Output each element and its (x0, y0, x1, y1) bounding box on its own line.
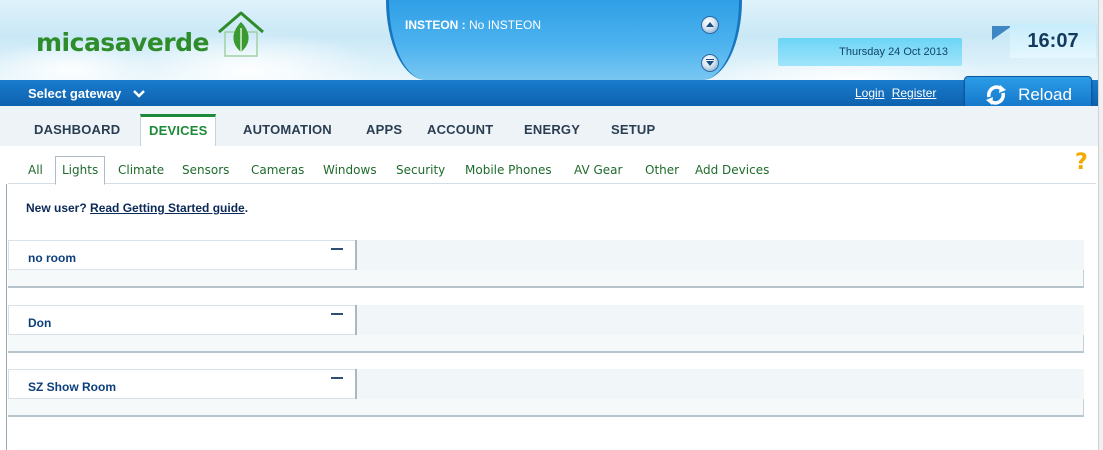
subtab-other[interactable]: Other (645, 163, 679, 177)
scroll-down-button[interactable] (701, 54, 719, 72)
subtab-all[interactable]: All (28, 163, 43, 177)
brand-logo[interactable]: micasaverde (36, 11, 267, 62)
subtab-mobile-phones[interactable]: Mobile Phones (465, 163, 552, 177)
date-display: Thursday 24 Oct 2013 (778, 38, 962, 66)
insteon-status-panel: INSTEON : No INSTEON (386, 0, 742, 80)
header-banner: micasaverde INSTEON : No INSTEON Thursda… (0, 0, 1103, 80)
getting-started-link[interactable]: Read Getting Started guide (90, 201, 245, 215)
select-gateway-dropdown[interactable]: Select gateway (28, 86, 146, 101)
arrow-down-icon (706, 59, 714, 66)
room-device-area (357, 369, 1084, 399)
tab-apps[interactable]: APPS (366, 122, 402, 137)
house-leaf-icon (215, 10, 267, 60)
clock-tab-decoration (992, 26, 1012, 40)
chevron-down-icon (133, 89, 146, 98)
brand-logo-text: micasaverde (36, 27, 210, 57)
insteon-value: No INSTEON (469, 18, 542, 32)
reload-label: Reload (1018, 85, 1072, 104)
tab-setup[interactable]: SETUP (611, 122, 655, 137)
register-link[interactable]: Register (892, 86, 937, 100)
getting-started-suffix: . (244, 201, 249, 215)
subtab-av-gear[interactable]: AV Gear (574, 163, 622, 177)
scroll-up-button[interactable] (701, 16, 719, 34)
room-header[interactable]: SZ Show Room (8, 369, 355, 399)
tab-dashboard[interactable]: DASHBOARD (34, 122, 120, 137)
room-name: no room (28, 251, 76, 265)
room-footer (8, 270, 1084, 288)
main-nav-tabs: DASHBOARD DEVICES AUTOMATION APPS ACCOUN… (0, 106, 1103, 146)
subtab-windows[interactable]: Windows (323, 163, 377, 177)
collapse-room-button[interactable] (327, 370, 347, 384)
room-header[interactable]: no room (8, 240, 355, 270)
tab-account[interactable]: ACCOUNT (427, 122, 493, 137)
help-icon[interactable]: ? (1075, 150, 1088, 175)
subtab-add-devices[interactable]: Add Devices (695, 163, 769, 177)
collapse-room-button[interactable] (327, 241, 347, 255)
room-section: SZ Show Room (8, 369, 1084, 417)
tab-automation[interactable]: AUTOMATION (243, 122, 332, 137)
new-user-prefix: New user? (26, 201, 87, 215)
insteon-status: INSTEON : No INSTEON (405, 18, 541, 32)
reload-icon (986, 85, 1007, 105)
device-category-tabs: All Lights Climate Sensors Cameras Windo… (8, 146, 1096, 185)
room-name: Don (28, 316, 52, 330)
room-name: SZ Show Room (28, 380, 116, 394)
room-section: Don (8, 305, 1084, 353)
subtab-cameras[interactable]: Cameras (251, 163, 304, 177)
insteon-label: INSTEON : (405, 18, 466, 32)
arrow-up-icon (706, 22, 714, 27)
content-border (6, 184, 7, 450)
getting-started-notice: New user? Read Getting Started guide. (26, 201, 248, 215)
select-gateway-label: Select gateway (28, 86, 122, 101)
room-device-area (357, 240, 1084, 270)
subtab-climate[interactable]: Climate (118, 163, 164, 177)
room-device-area (357, 305, 1084, 335)
auth-links: Login Register (855, 86, 940, 100)
tab-energy[interactable]: ENERGY (524, 122, 580, 137)
room-header[interactable]: Don (8, 305, 355, 335)
subtab-security[interactable]: Security (396, 163, 445, 177)
time-display: 16:07 (1010, 24, 1096, 58)
subtab-sensors[interactable]: Sensors (182, 163, 229, 177)
room-footer (8, 399, 1084, 417)
collapse-room-button[interactable] (327, 306, 347, 320)
room-section: no room (8, 240, 1084, 288)
gateway-bar: Select gateway Login Register (0, 80, 1103, 106)
room-footer (8, 335, 1084, 353)
subtab-lights[interactable]: Lights (55, 156, 106, 185)
login-link[interactable]: Login (855, 86, 884, 100)
window-scrollbar[interactable] (1098, 0, 1103, 450)
tab-devices[interactable]: DEVICES (140, 114, 217, 146)
